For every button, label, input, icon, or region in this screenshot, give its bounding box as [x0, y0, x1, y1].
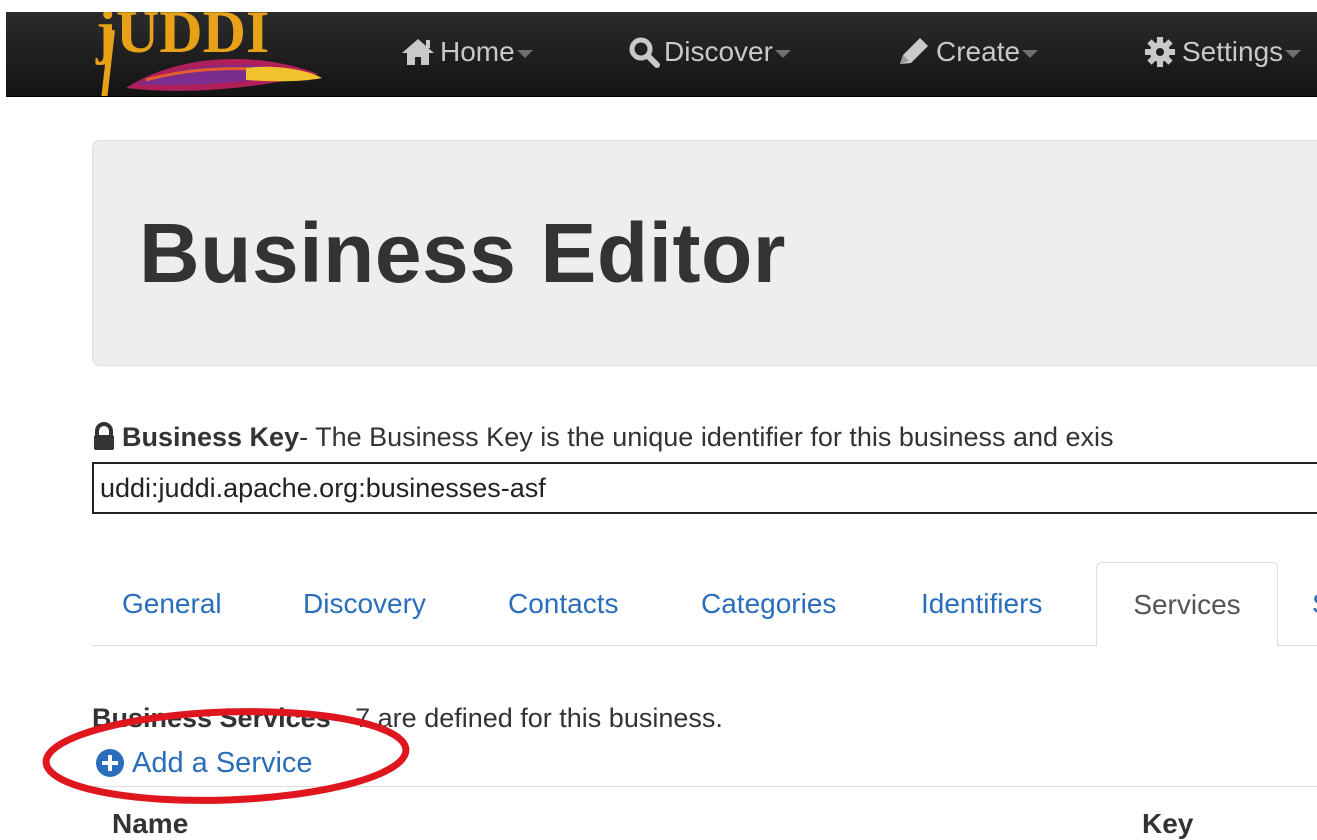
tab-categories[interactable]: Categories [701, 562, 836, 646]
business-key-title: Business Key [122, 421, 300, 452]
add-service-link[interactable]: Add a Service [94, 744, 313, 782]
column-header-name: Name [112, 808, 189, 839]
page-title: Business Editor [139, 206, 786, 300]
nav-create[interactable]: Create [896, 32, 1039, 72]
tab-identifiers-label: Identifiers [921, 588, 1043, 619]
plus-circle-icon [96, 749, 124, 777]
juddi-logo[interactable]: jUDDI [86, 12, 326, 96]
business-key-label: Business Key - The Business Key is the u… [92, 420, 1114, 454]
tab-categories-label: Categories [701, 588, 837, 619]
nav-settings-label: Settings [1182, 36, 1284, 67]
business-key-input[interactable] [92, 462, 1317, 514]
business-services-heading: Business Services [92, 702, 331, 733]
search-icon [629, 37, 660, 68]
tab-discovery[interactable]: Discovery [303, 562, 426, 646]
tab-contacts[interactable]: Contacts [508, 562, 619, 646]
home-icon [402, 39, 434, 65]
tab-partial-label: S [1312, 588, 1317, 620]
tab-identifiers[interactable]: Identifiers [921, 562, 1042, 646]
chevron-down-icon [1022, 50, 1039, 58]
chevron-down-icon [516, 50, 533, 58]
tab-services[interactable]: Services [1096, 562, 1278, 647]
nav-home-label: Home [440, 36, 515, 67]
top-navbar: jUDDI Home Discover Create Settings [6, 12, 1317, 97]
nav-settings[interactable]: Settings [1142, 32, 1302, 72]
tab-partial[interactable]: S [1312, 562, 1317, 646]
lock-icon [94, 422, 114, 450]
business-key-description: - The Business Key is the unique identif… [299, 421, 1114, 452]
add-service-label: Add a Service [132, 746, 313, 779]
nav-create-label: Create [936, 36, 1021, 67]
chevron-down-icon [774, 50, 791, 58]
chevron-down-icon [1285, 50, 1302, 58]
tab-general-label: General [122, 588, 222, 619]
table-divider [92, 786, 1317, 787]
business-services-count: - 7 are defined for this business. [338, 702, 723, 733]
tab-contacts-label: Contacts [508, 588, 619, 619]
column-header-key: Key [1142, 808, 1194, 839]
editor-tabs: General Discovery Contacts Categories Id… [92, 562, 1317, 647]
tab-services-label: Services [1133, 588, 1241, 620]
tab-discovery-label: Discovery [303, 588, 426, 619]
tab-general[interactable]: General [122, 562, 222, 646]
page-top-strip [0, 0, 1317, 12]
nav-discover-label: Discover [664, 36, 773, 67]
page-header-panel: Business Editor [92, 140, 1317, 366]
svg-text:jUDDI: jUDDI [95, 12, 269, 65]
gear-icon [1145, 37, 1175, 67]
pencil-icon [900, 38, 928, 64]
nav-home[interactable]: Home [400, 32, 533, 72]
nav-discover[interactable]: Discover [628, 32, 791, 72]
business-services-summary: Business Services - 7 are defined for th… [92, 700, 723, 736]
